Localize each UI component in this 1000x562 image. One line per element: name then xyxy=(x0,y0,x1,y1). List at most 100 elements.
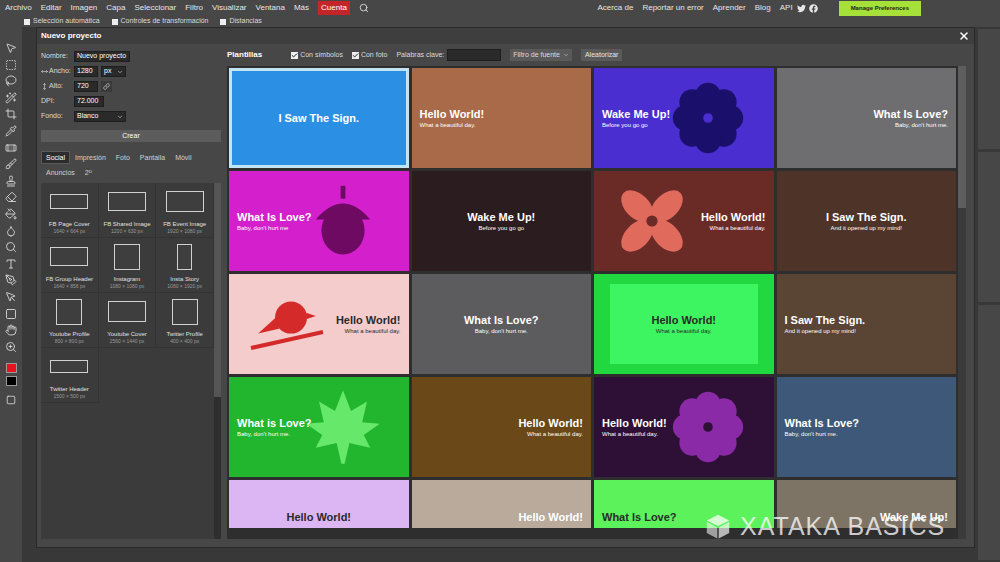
lasso-tool-icon[interactable] xyxy=(5,75,17,87)
checkbox[interactable] xyxy=(220,19,226,25)
twitter-icon[interactable] xyxy=(797,4,806,13)
path-select-icon[interactable] xyxy=(5,291,17,303)
menu-item[interactable]: Imagen xyxy=(71,1,98,15)
foreground-color[interactable] xyxy=(6,363,17,373)
menu-item[interactable]: Visualizar xyxy=(212,1,247,15)
preset-card[interactable]: Youtube Profile800 × 800 px xyxy=(41,293,99,348)
preset-card[interactable]: Twitter Header1500 × 500 px xyxy=(41,348,99,403)
template-card[interactable]: What is Love?Baby, don't hurt me. xyxy=(229,377,409,477)
template-card[interactable]: Hello World!What a beautiful day. xyxy=(594,274,774,374)
unit-select[interactable]: px xyxy=(101,66,126,77)
template-card[interactable]: Hello World!What a beautiful day. xyxy=(594,171,774,271)
preset-tab[interactable]: Pantalla xyxy=(135,151,170,164)
template-card[interactable]: I Saw The Sign.And it opened up my mind! xyxy=(777,274,957,374)
template-card[interactable]: What Is Love?Baby, don't hurt me. xyxy=(777,68,957,168)
preset-tab[interactable]: Anuncios xyxy=(41,166,80,179)
link-button[interactable] xyxy=(101,81,112,92)
magic-wand-icon[interactable] xyxy=(5,92,17,104)
eyedropper-icon[interactable] xyxy=(5,125,17,137)
template-card[interactable]: Hello World!What a beautiful day. xyxy=(412,68,592,168)
font-filter-select[interactable]: Filtro de fuente xyxy=(510,49,572,61)
top-link[interactable]: Blog xyxy=(755,2,771,14)
blur-tool-icon[interactable] xyxy=(5,225,17,237)
preset-card[interactable]: Youtube Cover2560 × 1440 px xyxy=(99,293,157,348)
template-card[interactable]: Hello World!What a beautiful day. xyxy=(594,377,774,477)
template-filter-checkbox[interactable]: Con foto xyxy=(352,50,387,61)
template-card[interactable]: Hello World!What a beautiful day. xyxy=(229,274,409,374)
option-checkbox[interactable]: Controles de transformación xyxy=(112,16,209,27)
template-card[interactable]: What Is Love?Baby, don't hurt me. xyxy=(412,274,592,374)
type-tool-icon[interactable] xyxy=(5,258,17,270)
background-color[interactable] xyxy=(6,376,17,386)
scrollbar[interactable] xyxy=(214,183,221,539)
menu-item[interactable]: Filtro xyxy=(185,1,203,15)
hand-tool-icon[interactable] xyxy=(5,324,17,336)
menu-item[interactable]: Archivo xyxy=(5,1,32,15)
top-link[interactable]: Acerca de xyxy=(597,2,633,14)
preset-tab[interactable]: Impresión xyxy=(70,151,111,164)
move-tool-icon[interactable] xyxy=(5,42,17,54)
template-card[interactable]: Hello World! xyxy=(412,480,592,528)
stamp-tool-icon[interactable] xyxy=(5,175,17,187)
template-card[interactable]: What Is Love?Baby, don't hurt me. xyxy=(777,377,957,477)
preset-card[interactable]: Instagram1080 × 1080 px xyxy=(99,238,157,293)
top-link[interactable]: Reportar un error xyxy=(642,2,703,14)
menu-item[interactable]: Editar xyxy=(41,1,62,15)
name-input[interactable]: Nuevo proyecto xyxy=(74,51,130,62)
pen-tool-icon[interactable] xyxy=(5,274,17,286)
preset-card[interactable]: FB Page Cover1640 × 664 px xyxy=(41,183,99,238)
template-filter-checkbox[interactable]: Con símbolos xyxy=(291,50,343,61)
background-select[interactable]: Blanco xyxy=(74,111,126,122)
healing-brush-icon[interactable] xyxy=(5,142,17,154)
option-checkbox[interactable]: Selección automática xyxy=(24,16,100,27)
scrollbar-thumb[interactable] xyxy=(958,66,966,208)
template-card[interactable]: Hello World!What a beautiful day. xyxy=(412,377,592,477)
scrollbar[interactable] xyxy=(958,66,966,539)
preset-card[interactable]: Twitter Profile400 × 400 px xyxy=(156,293,214,348)
paint-bucket-icon[interactable] xyxy=(5,208,17,220)
template-card[interactable]: Wake Me Up!Before you go go xyxy=(412,171,592,271)
close-icon[interactable] xyxy=(958,30,970,42)
sponge-tool-icon[interactable] xyxy=(5,241,17,253)
zoom-tool-icon[interactable] xyxy=(5,341,17,353)
preset-card[interactable]: FB Event Image1920 × 1080 px xyxy=(156,183,214,238)
randomize-button[interactable]: Aleatorizar xyxy=(581,49,622,61)
menu-item[interactable]: Más xyxy=(294,1,309,15)
width-input[interactable]: 1280 xyxy=(74,66,98,77)
preset-card[interactable]: FB Group Header1640 × 856 px xyxy=(41,238,99,293)
facebook-icon[interactable] xyxy=(809,4,818,13)
template-card[interactable]: I Saw The Sign. xyxy=(229,68,409,168)
preset-card[interactable]: FB Shared Image1200 × 630 px xyxy=(99,183,157,238)
template-card[interactable]: Hello World! xyxy=(229,480,409,528)
preset-tab[interactable]: 2ᴰ xyxy=(80,166,97,179)
marquee-tool-icon[interactable] xyxy=(5,59,17,71)
checkbox[interactable] xyxy=(112,19,118,25)
menu-item[interactable]: Capa xyxy=(106,1,125,15)
dpi-input[interactable]: 72.000 xyxy=(74,96,104,107)
create-button[interactable]: Crear xyxy=(41,130,221,142)
scrollbar-thumb[interactable] xyxy=(214,183,221,397)
checkbox[interactable] xyxy=(291,52,298,59)
crop-tool-icon[interactable] xyxy=(5,108,17,120)
template-card[interactable]: I Saw The Sign.And it opened up my mind! xyxy=(777,171,957,271)
menu-item[interactable]: Cuenta xyxy=(318,1,350,15)
template-card[interactable]: What Is Love? xyxy=(594,480,774,528)
height-input[interactable]: 720 xyxy=(74,81,98,92)
preset-card[interactable]: Insta Story1080 × 1920 px xyxy=(156,238,214,293)
preset-tab[interactable]: Foto xyxy=(111,151,135,164)
preset-tab[interactable]: Móvil xyxy=(170,151,196,164)
template-card[interactable]: Wake Me Up! xyxy=(777,480,957,528)
template-card[interactable]: What Is Love?Baby, don't hurt me xyxy=(229,171,409,271)
checkbox[interactable] xyxy=(352,52,359,59)
menu-item[interactable]: Ventana xyxy=(256,1,285,15)
option-checkbox[interactable]: Distancias xyxy=(220,16,261,27)
quick-mask-icon[interactable] xyxy=(6,395,16,405)
top-link[interactable]: API xyxy=(780,2,793,14)
top-link[interactable]: Aprender xyxy=(713,2,746,14)
shape-tool-icon[interactable] xyxy=(5,308,17,320)
manage-preferences-button[interactable]: Manage Preferences xyxy=(839,1,921,16)
eraser-tool-icon[interactable] xyxy=(5,191,17,203)
checkbox[interactable] xyxy=(24,19,30,25)
brush-tool-icon[interactable] xyxy=(5,158,17,170)
menu-item[interactable]: Seleccionar xyxy=(134,1,176,15)
